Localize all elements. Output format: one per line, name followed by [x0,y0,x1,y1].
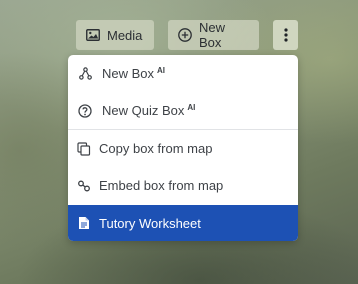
menu-item-embed-box[interactable]: Embed box from map [68,167,298,204]
menu-item-copy-box[interactable]: Copy box from map [68,130,298,167]
menu-item-label: Copy box from map [99,141,213,156]
menu-item-label: Tutory Worksheet [99,215,201,231]
ai-badge: AI [187,103,196,112]
media-button-label: Media [107,27,143,43]
new-box-button[interactable]: New Box [168,20,259,50]
plus-circle-icon [178,28,192,42]
menu-item-new-quiz-box-ai[interactable]: New Quiz Box AI [68,92,298,129]
more-options-button[interactable] [273,20,298,50]
document-icon [76,215,92,231]
vertical-dots-icon [283,28,288,42]
media-button[interactable]: Media [76,20,154,50]
menu-item-label: New Quiz Box AI [102,103,195,118]
link-icon [76,178,92,194]
ai-badge: AI [157,66,166,75]
new-quiz-box-label: New Quiz Box [102,103,185,118]
menu-item-label: New Box AI [102,66,165,81]
new-box-button-label: New Box [199,20,226,50]
menu-item-label: Embed box from map [99,178,224,193]
menu-item-new-box-ai[interactable]: New Box AI [68,55,298,92]
question-circle-icon [77,103,93,119]
image-icon [86,29,100,41]
menu-item-tutory-worksheet[interactable]: Tutory Worksheet [68,205,298,241]
new-box-dropdown-menu: New Box AI New Quiz Box AI Copy box from m… [68,55,298,241]
new-box-label: New Box [102,66,155,81]
copy-icon [76,141,92,157]
ai-nodes-icon [77,66,93,82]
